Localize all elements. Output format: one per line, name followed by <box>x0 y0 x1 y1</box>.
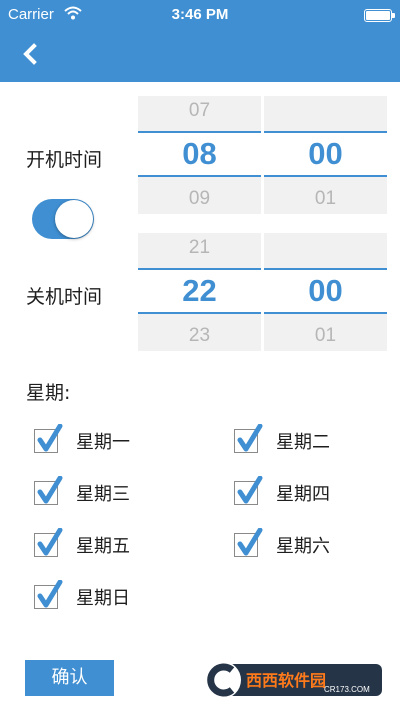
hour-selected-value: 08 <box>138 131 261 177</box>
weekday-label: 星期二 <box>276 432 330 453</box>
weekday-checkbox-sunday[interactable]: 星期日 <box>34 580 184 617</box>
minute-selected-value: 00 <box>264 131 387 177</box>
weekday-checkbox-friday[interactable]: 星期五 <box>34 528 184 565</box>
weekday-label: 星期三 <box>76 484 130 505</box>
back-button[interactable] <box>18 40 48 68</box>
hour-next-value: 09 <box>188 188 211 209</box>
power-on-time-label: 开机时间 <box>26 149 103 171</box>
checkmark-icon <box>237 424 263 452</box>
checkmark-icon <box>37 528 63 556</box>
checkmark-icon <box>37 580 63 608</box>
weekday-label: 星期日 <box>76 588 130 609</box>
watermark-subtext: CR173.COM <box>324 685 370 694</box>
nav-header: Carrier 3:46 PM <box>0 0 400 82</box>
hour-selected-value: 22 <box>138 268 261 314</box>
checkmark-icon <box>37 424 63 452</box>
hour-prev-value: 07 <box>188 100 211 121</box>
weekday-section-title: 星期: <box>26 382 71 404</box>
checkmark-icon <box>237 476 263 504</box>
watermark-c-icon <box>203 661 241 699</box>
minute-next-value: 01 <box>314 188 337 209</box>
weekday-label: 星期六 <box>276 536 330 557</box>
status-bar: Carrier 3:46 PM <box>0 0 400 30</box>
power-on-hour-wheel[interactable]: 07 08 09 <box>138 96 261 214</box>
chevron-left-icon <box>23 43 37 65</box>
status-time: 3:46 PM <box>171 6 229 23</box>
toggle-knob <box>55 200 93 238</box>
schedule-toggle-switch[interactable] <box>32 199 94 239</box>
minute-next-value: 01 <box>314 325 337 346</box>
watermark-logo: 西西软件园 CR173.COM <box>200 658 382 702</box>
hour-next-value: 23 <box>188 325 211 346</box>
power-on-minute-wheel[interactable]: 00 01 <box>264 96 387 214</box>
power-off-hour-wheel[interactable]: 21 22 23 <box>138 233 261 351</box>
battery-icon <box>364 9 395 22</box>
checkmark-icon <box>237 528 263 556</box>
weekday-checkbox-tuesday[interactable]: 星期二 <box>234 424 384 461</box>
watermark-text: 西西软件园 <box>246 671 327 690</box>
power-off-minute-wheel[interactable]: 00 01 <box>264 233 387 351</box>
weekday-label: 星期一 <box>76 432 130 453</box>
checkmark-icon <box>37 476 63 504</box>
power-off-time-label: 关机时间 <box>26 286 103 308</box>
weekday-checkbox-thursday[interactable]: 星期四 <box>234 476 384 513</box>
weekday-checkbox-saturday[interactable]: 星期六 <box>234 528 384 565</box>
weekday-label: 星期四 <box>276 484 330 505</box>
weekday-checkbox-wednesday[interactable]: 星期三 <box>34 476 184 513</box>
weekday-checkbox-monday[interactable]: 星期一 <box>34 424 184 461</box>
confirm-button[interactable]: 确认 <box>25 660 114 696</box>
minute-selected-value: 00 <box>264 268 387 314</box>
weekday-label: 星期五 <box>76 536 130 557</box>
hour-prev-value: 21 <box>188 237 211 258</box>
